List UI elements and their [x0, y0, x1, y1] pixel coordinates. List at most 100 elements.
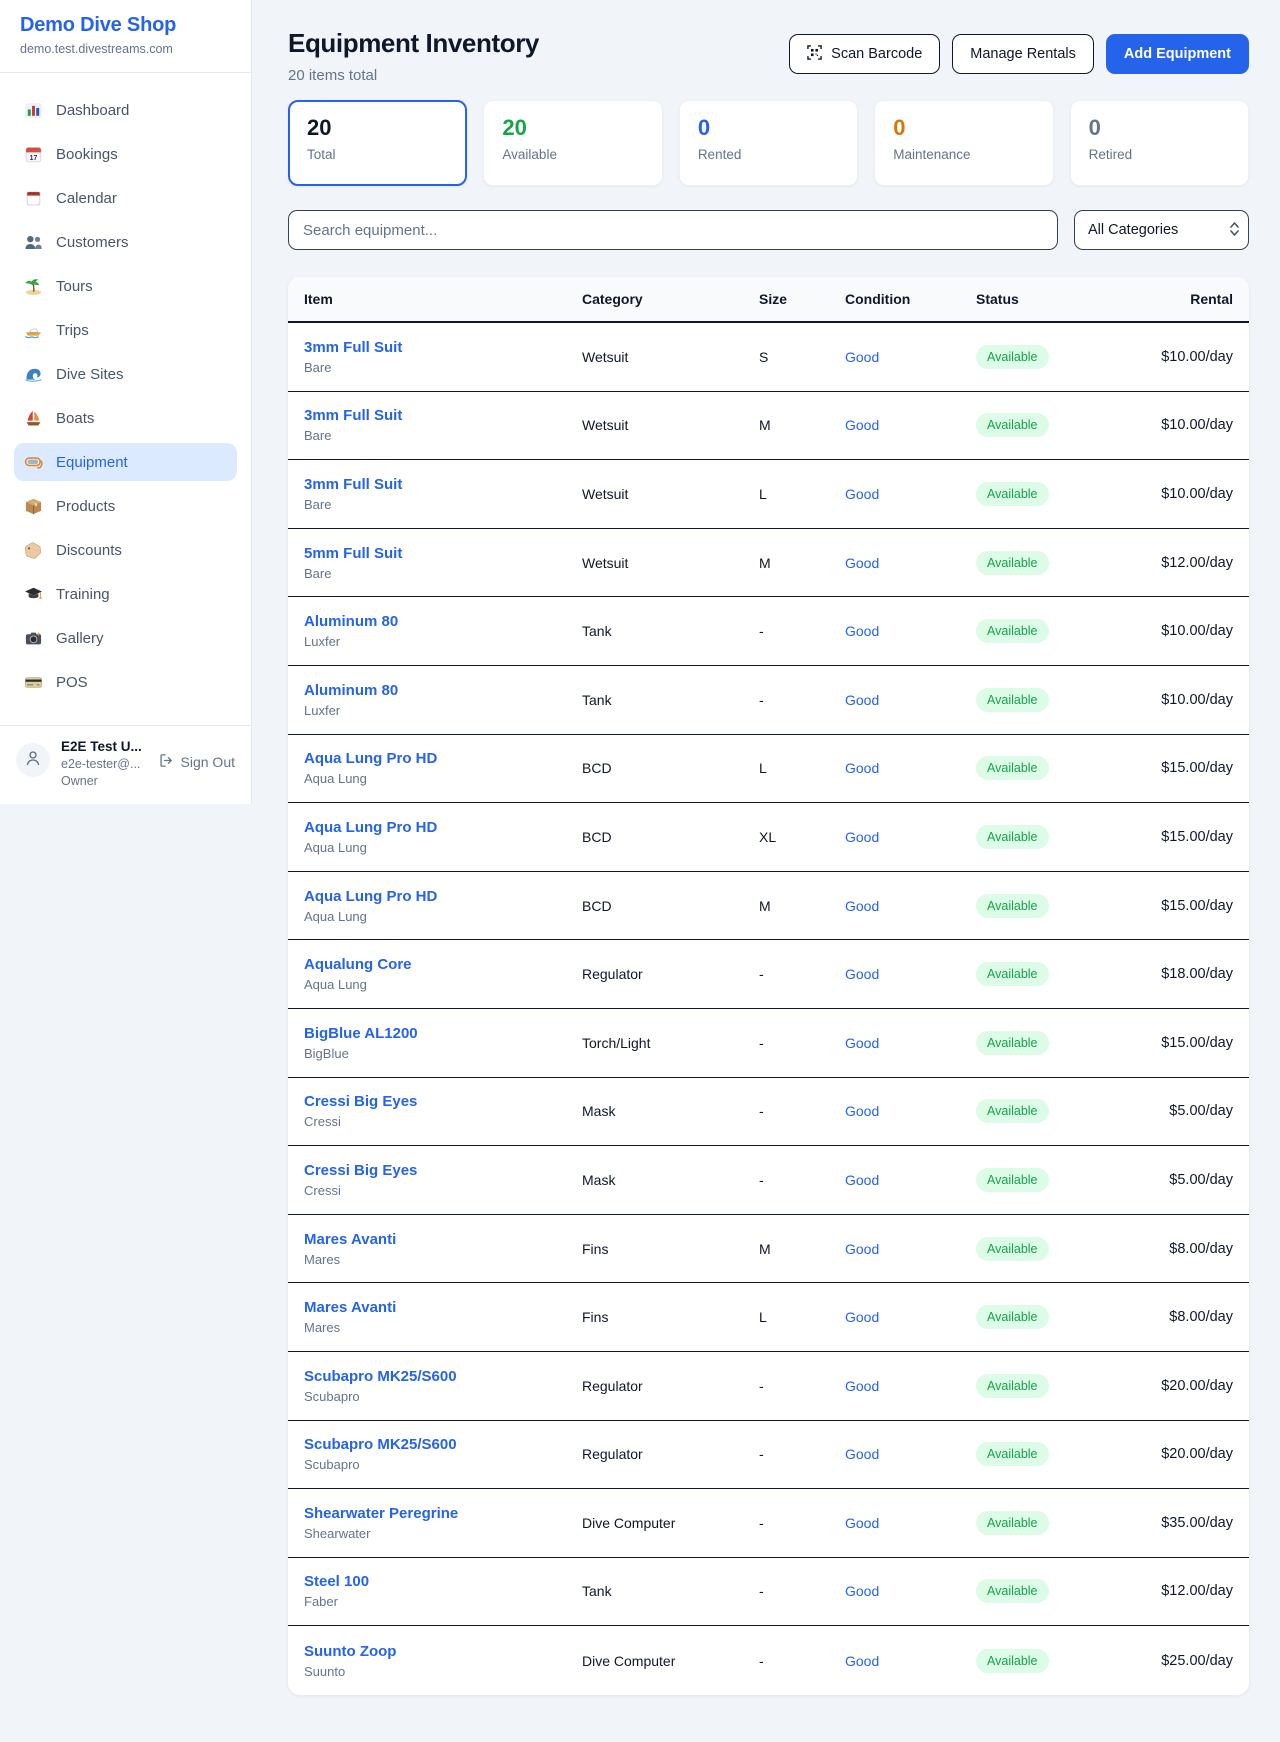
item-cell: Steel 100 Faber — [304, 1573, 582, 1609]
item-name-link[interactable]: 5mm Full Suit — [304, 545, 582, 562]
status-badge: Available — [976, 619, 1049, 643]
item-name-link[interactable]: Aqua Lung Pro HD — [304, 888, 582, 905]
item-cell: Aluminum 80 Luxfer — [304, 682, 582, 718]
condition-link[interactable]: Good — [845, 349, 879, 365]
item-name-link[interactable]: Shearwater Peregrine — [304, 1505, 582, 1522]
sidebar-item-pos[interactable]: POS — [14, 663, 237, 701]
status-badge: Available — [976, 1511, 1049, 1535]
item-category: Regulator — [582, 966, 759, 982]
status-cell: Available — [976, 1579, 1126, 1603]
item-cell: Cressi Big Eyes Cressi — [304, 1162, 582, 1198]
condition-link[interactable]: Good — [845, 1103, 879, 1119]
item-name-link[interactable]: Cressi Big Eyes — [304, 1162, 582, 1179]
condition-link[interactable]: Good — [845, 1035, 879, 1051]
condition-link[interactable]: Good — [845, 898, 879, 914]
sidebar-item-tours[interactable]: Tours — [14, 267, 237, 305]
condition-link[interactable]: Good — [845, 1172, 879, 1188]
item-name-link[interactable]: Aqua Lung Pro HD — [304, 750, 582, 767]
condition-link[interactable]: Good — [845, 829, 879, 845]
item-name-link[interactable]: Scubapro MK25/S600 — [304, 1368, 582, 1385]
condition-link[interactable]: Good — [845, 1241, 879, 1257]
sidebar-item-equipment[interactable]: Equipment — [14, 443, 237, 481]
sidebar-item-bookings[interactable]: 17 Bookings — [14, 135, 237, 173]
condition-cell: Good — [845, 1446, 976, 1462]
table-row: BigBlue AL1200 BigBlue Torch/Light - Goo… — [288, 1009, 1249, 1078]
sidebar-item-trips[interactable]: Trips — [14, 311, 237, 349]
item-brand: Faber — [304, 1594, 582, 1609]
manage-rentals-button[interactable]: Manage Rentals — [952, 34, 1094, 74]
manage-rentals-label: Manage Rentals — [970, 46, 1076, 62]
item-size: L — [759, 486, 845, 502]
customers-icon — [24, 233, 43, 252]
item-cell: 3mm Full Suit Bare — [304, 407, 582, 443]
item-category: Fins — [582, 1241, 759, 1257]
status-cell: Available — [976, 1511, 1126, 1535]
add-equipment-button[interactable]: Add Equipment — [1106, 34, 1249, 74]
table-row: Shearwater Peregrine Shearwater Dive Com… — [288, 1489, 1249, 1558]
stat-card-rented[interactable]: 0 Rented — [679, 100, 858, 186]
item-name-link[interactable]: 3mm Full Suit — [304, 339, 582, 356]
status-cell: Available — [976, 1099, 1126, 1123]
sign-out-button[interactable]: Sign Out — [159, 753, 235, 771]
condition-link[interactable]: Good — [845, 417, 879, 433]
condition-link[interactable]: Good — [845, 1653, 879, 1669]
table-row: Aluminum 80 Luxfer Tank - Good Available… — [288, 666, 1249, 735]
item-name-link[interactable]: Suunto Zoop — [304, 1643, 582, 1660]
sidebar-item-dive-sites[interactable]: Dive Sites — [14, 355, 237, 393]
item-name-link[interactable]: Aqualung Core — [304, 956, 582, 973]
item-cell: Suunto Zoop Suunto — [304, 1643, 582, 1679]
item-name-link[interactable]: Mares Avanti — [304, 1231, 582, 1248]
sidebar-item-products[interactable]: Products — [14, 487, 237, 525]
stat-card-total[interactable]: 20 Total — [288, 100, 467, 186]
condition-link[interactable]: Good — [845, 1446, 879, 1462]
item-category: Tank — [582, 692, 759, 708]
sidebar-item-gallery[interactable]: Gallery — [14, 619, 237, 657]
item-cell: Mares Avanti Mares — [304, 1299, 582, 1335]
condition-cell: Good — [845, 760, 976, 776]
condition-cell: Good — [845, 966, 976, 982]
condition-link[interactable]: Good — [845, 966, 879, 982]
category-filter-select[interactable]: All Categories — [1074, 210, 1249, 250]
item-size: - — [759, 966, 845, 982]
item-size: - — [759, 1583, 845, 1599]
sidebar-item-discounts[interactable]: Discounts — [14, 531, 237, 569]
condition-link[interactable]: Good — [845, 760, 879, 776]
package-icon — [24, 497, 43, 516]
item-name-link[interactable]: Aluminum 80 — [304, 682, 582, 699]
item-name-link[interactable]: Steel 100 — [304, 1573, 582, 1590]
sidebar-item-dashboard[interactable]: Dashboard — [14, 91, 237, 129]
table-row: Aqua Lung Pro HD Aqua Lung BCD M Good Av… — [288, 872, 1249, 941]
item-name-link[interactable]: Mares Avanti — [304, 1299, 582, 1316]
stat-card-available[interactable]: 20 Available — [483, 100, 662, 186]
condition-link[interactable]: Good — [845, 486, 879, 502]
condition-link[interactable]: Good — [845, 555, 879, 571]
user-block: E2E Test U... e2e-tester@... Owner Sign … — [0, 725, 251, 804]
condition-link[interactable]: Good — [845, 1515, 879, 1531]
item-name-link[interactable]: Aqua Lung Pro HD — [304, 819, 582, 836]
add-equipment-label: Add Equipment — [1124, 46, 1231, 62]
scan-barcode-button[interactable]: Scan Barcode — [789, 34, 940, 74]
condition-link[interactable]: Good — [845, 1378, 879, 1394]
condition-link[interactable]: Good — [845, 1309, 879, 1325]
stat-card-retired[interactable]: 0 Retired — [1070, 100, 1249, 186]
search-input[interactable] — [288, 210, 1058, 250]
status-badge: Available — [976, 1168, 1049, 1192]
condition-link[interactable]: Good — [845, 692, 879, 708]
item-name-link[interactable]: Cressi Big Eyes — [304, 1093, 582, 1110]
item-size: S — [759, 349, 845, 365]
bookings-calendar-icon: 17 — [24, 145, 43, 164]
item-name-link[interactable]: 3mm Full Suit — [304, 476, 582, 493]
table-row: Aqualung Core Aqua Lung Regulator - Good… — [288, 940, 1249, 1009]
filters-row: All Categories — [288, 210, 1249, 250]
condition-link[interactable]: Good — [845, 623, 879, 639]
item-name-link[interactable]: Aluminum 80 — [304, 613, 582, 630]
sidebar-item-training[interactable]: Training — [14, 575, 237, 613]
sidebar-item-customers[interactable]: Customers — [14, 223, 237, 261]
condition-link[interactable]: Good — [845, 1583, 879, 1599]
stat-card-maintenance[interactable]: 0 Maintenance — [874, 100, 1053, 186]
item-name-link[interactable]: Scubapro MK25/S600 — [304, 1436, 582, 1453]
sidebar-item-calendar[interactable]: Calendar — [14, 179, 237, 217]
item-name-link[interactable]: 3mm Full Suit — [304, 407, 582, 424]
sidebar-item-boats[interactable]: Boats — [14, 399, 237, 437]
item-name-link[interactable]: BigBlue AL1200 — [304, 1025, 582, 1042]
